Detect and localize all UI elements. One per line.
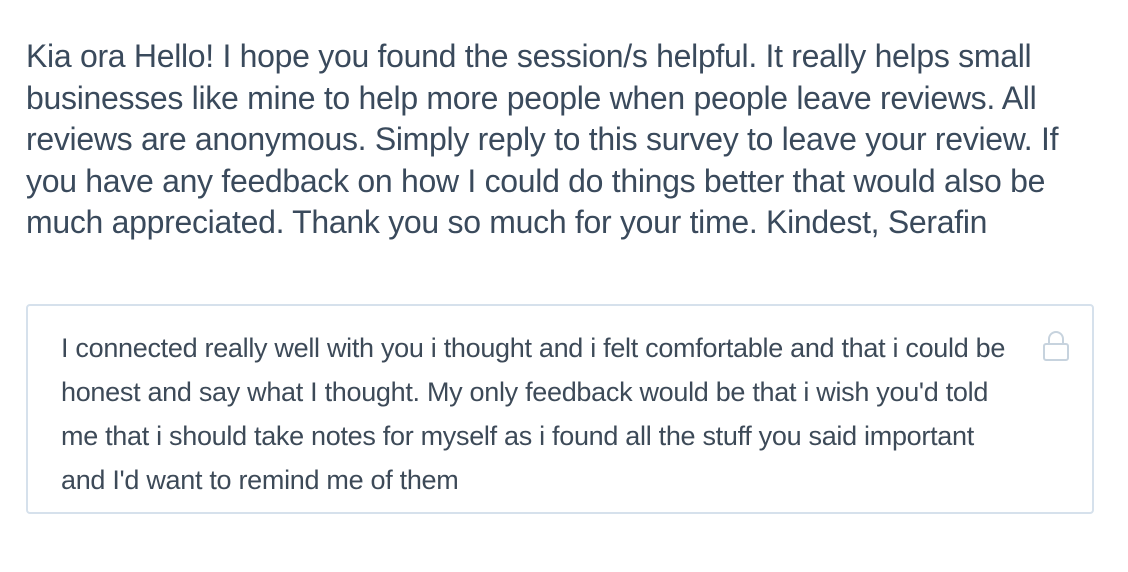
- lock-icon: [1043, 331, 1069, 361]
- response-answer-box: I connected really well with you i thoug…: [26, 304, 1094, 514]
- survey-question-text: Kia ora Hello! I hope you found the sess…: [26, 38, 1059, 241]
- response-answer-text: I connected really well with you i thoug…: [61, 333, 1006, 495]
- survey-question-block: Kia ora Hello! I hope you found the sess…: [26, 36, 1106, 244]
